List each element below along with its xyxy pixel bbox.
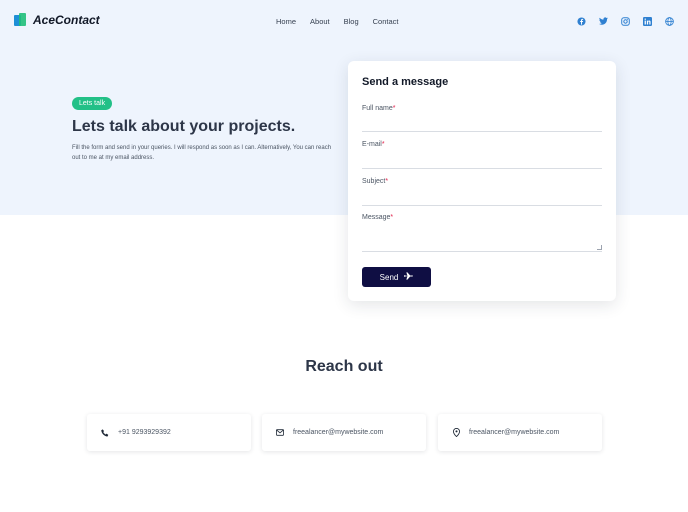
contact-form-card: Send a message Full name* E-mail* Subjec… bbox=[348, 61, 616, 301]
mail-icon bbox=[276, 429, 284, 437]
twitter-icon[interactable] bbox=[598, 16, 608, 26]
location-pin-icon bbox=[452, 428, 460, 437]
full-name-label: Full name* bbox=[362, 105, 396, 112]
resize-handle-icon[interactable] bbox=[597, 245, 602, 250]
email-card[interactable]: freealancer@mywebsite.com bbox=[262, 414, 426, 451]
message-textarea[interactable] bbox=[362, 224, 602, 252]
instagram-icon[interactable] bbox=[620, 16, 630, 26]
nav-about[interactable]: About bbox=[310, 17, 330, 26]
main-nav: Home About Blog Contact bbox=[276, 17, 399, 26]
subject-label: Subject* bbox=[362, 178, 389, 185]
email-label: E-mail* bbox=[362, 141, 385, 148]
subject-input[interactable] bbox=[362, 205, 602, 206]
email-input[interactable] bbox=[362, 168, 602, 169]
nav-blog[interactable]: Blog bbox=[344, 17, 359, 26]
lets-talk-badge: Lets talk bbox=[72, 97, 113, 110]
send-label: Send bbox=[379, 272, 399, 282]
hero-title: Lets talk about your projects. bbox=[72, 118, 296, 135]
airplane-icon bbox=[404, 272, 414, 282]
nav-home[interactable]: Home bbox=[276, 17, 296, 26]
facebook-icon[interactable] bbox=[576, 16, 586, 26]
email-text: freealancer@mywebsite.com bbox=[293, 429, 384, 436]
location-card[interactable]: freealancer@mywebsite.com bbox=[438, 414, 602, 451]
nav-contact[interactable]: Contact bbox=[373, 17, 399, 26]
logo-mark-icon bbox=[14, 13, 27, 27]
form-title: Send a message bbox=[362, 76, 449, 88]
brand-name: AceContact bbox=[33, 13, 100, 27]
reach-out-title: Reach out bbox=[305, 358, 383, 375]
full-name-input[interactable] bbox=[362, 131, 602, 132]
globe-icon[interactable] bbox=[664, 16, 674, 26]
social-links bbox=[576, 16, 674, 26]
phone-icon bbox=[101, 428, 109, 437]
hero-description: Fill the form and send in your queries. … bbox=[72, 145, 332, 161]
phone-card[interactable]: +91 9293929392 bbox=[87, 414, 251, 451]
linkedin-icon[interactable] bbox=[642, 16, 652, 26]
brand-logo[interactable]: AceContact bbox=[14, 13, 100, 27]
send-button[interactable]: Send bbox=[362, 267, 431, 287]
message-label: Message* bbox=[362, 214, 394, 221]
phone-text: +91 9293929392 bbox=[118, 429, 171, 436]
location-text: freealancer@mywebsite.com bbox=[469, 429, 560, 436]
